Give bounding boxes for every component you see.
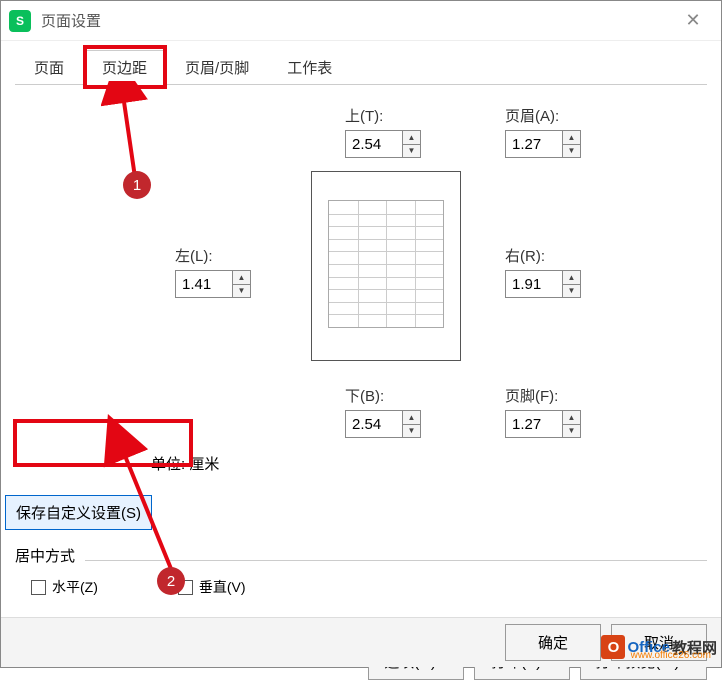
bottom-label: 下(B): bbox=[345, 385, 421, 406]
left-up-icon[interactable]: ▲ bbox=[233, 271, 250, 285]
bottom-input[interactable] bbox=[346, 411, 402, 437]
header-input[interactable] bbox=[506, 131, 562, 157]
unit-label: 单位: 厘米 bbox=[151, 453, 219, 474]
preview-content bbox=[328, 200, 444, 328]
close-icon: ✕ bbox=[685, 10, 700, 31]
right-input[interactable] bbox=[506, 271, 562, 297]
top-input[interactable] bbox=[346, 131, 402, 157]
top-label: 上(T): bbox=[345, 105, 421, 126]
titlebar: S 页面设置 ✕ bbox=[1, 1, 721, 41]
dialog-title: 页面设置 bbox=[41, 10, 673, 31]
divider bbox=[85, 560, 707, 561]
footer-label: 页脚(F): bbox=[505, 385, 581, 406]
center-mode-group: 居中方式 水平(Z) 垂直(V) bbox=[15, 545, 707, 597]
header-label: 页眉(A): bbox=[505, 105, 581, 126]
top-spinner[interactable]: ▲ ▼ bbox=[345, 130, 421, 158]
footer-spinner[interactable]: ▲ ▼ bbox=[505, 410, 581, 438]
tab-sheet[interactable]: 工作表 bbox=[268, 50, 351, 84]
tab-header-footer[interactable]: 页眉/页脚 bbox=[166, 50, 268, 84]
vertical-label: 垂直(V) bbox=[199, 577, 246, 597]
header-down-icon[interactable]: ▼ bbox=[563, 145, 580, 158]
footer-up-icon[interactable]: ▲ bbox=[563, 411, 580, 425]
right-down-icon[interactable]: ▼ bbox=[563, 285, 580, 298]
dialog-footer: 确定 取消 bbox=[1, 617, 721, 667]
save-custom-button[interactable]: 保存自定义设置(S) bbox=[5, 495, 152, 530]
tab-bar: 页面 页边距 页眉/页脚 工作表 bbox=[15, 49, 707, 85]
left-spinner[interactable]: ▲ ▼ bbox=[175, 270, 251, 298]
left-input[interactable] bbox=[176, 271, 232, 297]
header-spinner[interactable]: ▲ ▼ bbox=[505, 130, 581, 158]
left-down-icon[interactable]: ▼ bbox=[233, 285, 250, 298]
top-up-icon[interactable]: ▲ bbox=[403, 131, 420, 145]
margins-panel: 上(T): ▲ ▼ 页眉(A): ▲ ▼ bbox=[25, 105, 697, 465]
page-preview bbox=[311, 171, 461, 361]
bottom-down-icon[interactable]: ▼ bbox=[403, 425, 420, 438]
right-spinner[interactable]: ▲ ▼ bbox=[505, 270, 581, 298]
checkbox-box-icon bbox=[178, 580, 193, 595]
right-up-icon[interactable]: ▲ bbox=[563, 271, 580, 285]
right-label: 右(R): bbox=[505, 245, 581, 266]
close-button[interactable]: ✕ bbox=[673, 1, 713, 41]
bottom-up-icon[interactable]: ▲ bbox=[403, 411, 420, 425]
footer-down-icon[interactable]: ▼ bbox=[563, 425, 580, 438]
footer-input[interactable] bbox=[506, 411, 562, 437]
header-up-icon[interactable]: ▲ bbox=[563, 131, 580, 145]
tab-page[interactable]: 页面 bbox=[15, 50, 83, 84]
left-label: 左(L): bbox=[175, 245, 251, 266]
content-area: 上(T): ▲ ▼ 页眉(A): ▲ ▼ bbox=[1, 85, 721, 485]
ok-button[interactable]: 确定 bbox=[505, 624, 601, 661]
horizontal-checkbox[interactable]: 水平(Z) bbox=[31, 577, 98, 597]
cancel-button[interactable]: 取消 bbox=[611, 624, 707, 661]
bottom-spinner[interactable]: ▲ ▼ bbox=[345, 410, 421, 438]
dialog-window: S 页面设置 ✕ 页面 页边距 页眉/页脚 工作表 上(T): ▲ ▼ bbox=[0, 0, 722, 668]
app-icon: S bbox=[9, 10, 31, 32]
top-down-icon[interactable]: ▼ bbox=[403, 145, 420, 158]
vertical-checkbox[interactable]: 垂直(V) bbox=[178, 577, 246, 597]
center-mode-label: 居中方式 bbox=[15, 545, 75, 570]
tab-margins[interactable]: 页边距 bbox=[83, 50, 166, 85]
horizontal-label: 水平(Z) bbox=[52, 577, 98, 597]
preview-grid bbox=[329, 201, 443, 327]
checkbox-box-icon bbox=[31, 580, 46, 595]
